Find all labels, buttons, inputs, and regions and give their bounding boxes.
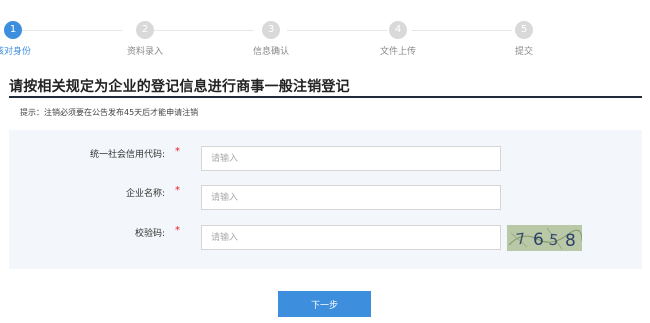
step-1-number: 1 — [4, 21, 22, 39]
step-2: 2 资料录入 — [115, 21, 175, 57]
captcha-label: 校验码: — [134, 229, 165, 239]
step-5-number: 5 — [515, 21, 533, 39]
captcha-input[interactable] — [201, 225, 501, 250]
step-4: 4 文件上传 — [368, 21, 428, 57]
page: 1 核对身份 2 资料录入 3 信息确认 4 文件上传 5 提交 请按相关规定为… — [0, 0, 650, 323]
title-divider — [9, 96, 642, 98]
next-step-button[interactable]: 下一步 — [278, 291, 371, 317]
progress-stepper: 1 核对身份 2 资料录入 3 信息确认 4 文件上传 5 提交 — [0, 0, 650, 62]
captcha-char: 8 — [565, 231, 576, 251]
step-1-label: 核对身份 — [0, 47, 31, 57]
step-5: 5 提交 — [494, 21, 554, 57]
step-5-label: 提交 — [514, 47, 533, 57]
captcha-graphic: 7 6 5 8 — [507, 225, 582, 251]
required-mark: * — [175, 185, 180, 196]
notice-text: 提示：注销必须要在公告发布45天后才能申请注销 — [20, 108, 199, 117]
step-3-label: 信息确认 — [252, 47, 289, 57]
step-2-label: 资料录入 — [126, 47, 163, 57]
step-1: 1 核对身份 — [0, 21, 43, 57]
step-2-number: 2 — [136, 21, 154, 39]
step-4-label: 文件上传 — [379, 47, 416, 57]
credit-code-label: 统一社会信用代码: — [89, 150, 165, 160]
captcha-char: 6 — [533, 230, 544, 250]
step-4-number: 4 — [389, 21, 407, 39]
credit-code-input[interactable] — [201, 146, 501, 171]
captcha-image[interactable]: 7 6 5 8 — [507, 225, 582, 251]
required-mark: * — [175, 225, 180, 236]
page-title: 请按相关规定为企业的登记信息进行商事一般注销登记 — [9, 79, 350, 95]
captcha-char: 5 — [548, 231, 559, 250]
required-mark: * — [175, 146, 180, 157]
step-3-number: 3 — [262, 21, 280, 39]
company-name-input[interactable] — [201, 185, 501, 210]
step-3: 3 信息确认 — [241, 21, 301, 57]
company-name-label: 企业名称: — [125, 189, 165, 199]
